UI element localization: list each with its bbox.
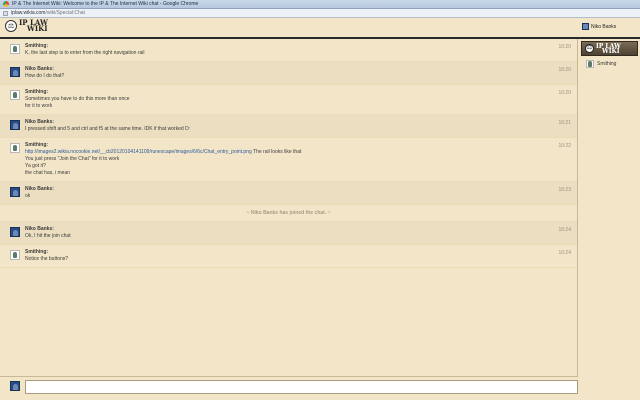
chat-message: Niko Banks: ok 10:23 xyxy=(0,182,577,205)
message-timestamp: 10:21 xyxy=(558,120,571,126)
rail-wiki-room[interactable]: ⚖ IP LAW WIKI xyxy=(581,41,638,56)
message-author[interactable]: Niko Banks: xyxy=(25,119,577,126)
message-timestamp: 10:20 xyxy=(558,90,571,96)
user-avatar-icon xyxy=(10,120,20,130)
wiki-logo[interactable]: ⚖ IP LAW WIKI xyxy=(5,19,48,33)
message-author[interactable]: Niko Banks: xyxy=(25,186,577,193)
scales-icon: ⚖ xyxy=(5,20,17,32)
message-author[interactable]: Niko Banks: xyxy=(25,66,577,73)
message-text: I pressed shift and 5 and ctrl and f5 at… xyxy=(25,126,191,132)
current-user[interactable]: Niko Banks xyxy=(582,23,616,30)
user-avatar-icon xyxy=(10,250,20,260)
message-author[interactable]: Niko Banks: xyxy=(25,226,577,233)
message-link[interactable]: http://images2.wikia.nocookie.net/__cb20… xyxy=(25,149,252,155)
user-avatar-icon xyxy=(10,227,20,237)
chrome-icon xyxy=(3,1,9,7)
chat-message: Smithing: Notice the buttons? 10:24 xyxy=(0,245,577,268)
message-text: Ya got it? xyxy=(25,163,46,169)
message-composer xyxy=(0,376,578,400)
message-text: Ok, I hit the join chat xyxy=(25,233,71,239)
chat-message: Niko Banks: Ok, I hit the join chat 10:24 xyxy=(0,222,577,245)
chat-message: Niko Banks: I pressed shift and 5 and ctr… xyxy=(0,115,577,138)
rail-user-name: Smithing xyxy=(597,61,617,67)
message-text: http://images2.wikia.nocookie.net/__cb20… xyxy=(25,149,577,156)
message-text: the chat has, i mean xyxy=(25,170,71,176)
chat-message: Smithing: Sometimes you have to do this m… xyxy=(0,85,577,115)
rail-logo-text: IP LAW WIKI xyxy=(596,43,621,55)
current-user-avatar-icon xyxy=(582,23,589,30)
inline-alert: ~ Niko Banks has joined the chat. ~ xyxy=(0,205,577,222)
page-icon xyxy=(3,10,8,16)
window-title: IP & The Internet Wiki: Welcome to the I… xyxy=(12,1,199,7)
message-author[interactable]: Smithing: xyxy=(25,142,577,149)
user-avatar-icon xyxy=(10,90,20,100)
user-avatar-icon xyxy=(586,60,594,68)
url-path: /wiki/Special:Chat xyxy=(45,10,85,16)
right-rail: ⚖ IP LAW WIKI Smithing xyxy=(579,39,640,400)
user-avatar-icon xyxy=(10,44,20,54)
browser-titlebar: IP & The Internet Wiki: Welcome to the I… xyxy=(0,0,640,9)
message-text: Sometimes you have to do this more than … xyxy=(25,96,130,102)
user-avatar-icon xyxy=(10,143,20,153)
user-avatar-icon xyxy=(10,187,20,197)
composer-avatar-icon xyxy=(10,381,20,391)
message-text: How do I do that? xyxy=(25,73,65,79)
url-host: iplaw.wikia.com xyxy=(11,10,46,16)
rail-scales-icon: ⚖ xyxy=(585,44,594,53)
message-author[interactable]: Smithing: xyxy=(25,43,577,50)
chat-header: ⚖ IP LAW WIKI Niko Banks xyxy=(0,18,640,39)
message-text: ok xyxy=(25,193,31,199)
rail-user-list: Smithing xyxy=(579,56,640,68)
message-timestamp: 10:24 xyxy=(558,227,571,233)
message-author[interactable]: Smithing: xyxy=(25,89,577,96)
message-timestamp: 10:24 xyxy=(558,250,571,256)
url-text[interactable]: iplaw.wikia.com/wiki/Special:Chat xyxy=(11,10,85,16)
rail-user-item[interactable]: Smithing xyxy=(579,56,640,68)
chat-message: Smithing: http://images2.wikia.nocookie.n… xyxy=(0,138,577,182)
message-timestamp: 10:20 xyxy=(558,44,571,50)
message-author[interactable]: Smithing: xyxy=(25,249,577,256)
message-link-suffix: The rail looks like that xyxy=(251,149,302,155)
logo-text: IP LAW WIKI xyxy=(19,19,48,33)
message-timestamp: 10:20 xyxy=(558,67,571,73)
message-timestamp: 10:23 xyxy=(558,187,571,193)
chat-message-list[interactable]: Smithing: K, the last step is to enter fr… xyxy=(0,39,578,376)
chat-message: Niko Banks: How do I do that? 10:20 xyxy=(0,62,577,85)
message-timestamp: 10:22 xyxy=(558,143,571,149)
message-text: You just press "Join the Chat" for it to… xyxy=(25,156,120,162)
message-input[interactable] xyxy=(25,380,578,394)
chat-message: Smithing: K, the last step is to enter fr… xyxy=(0,39,577,62)
current-user-name: Niko Banks xyxy=(591,23,617,30)
message-text: Notice the buttons? xyxy=(25,256,69,262)
message-text: K, the last step is to enter from the ri… xyxy=(25,50,145,56)
user-avatar-icon xyxy=(10,67,20,77)
message-text: for it to work xyxy=(25,103,53,109)
address-bar[interactable]: iplaw.wikia.com/wiki/Special:Chat xyxy=(0,9,640,18)
rail-logo-line2: WIKI xyxy=(602,47,620,55)
logo-line2: WIKI xyxy=(27,24,48,33)
